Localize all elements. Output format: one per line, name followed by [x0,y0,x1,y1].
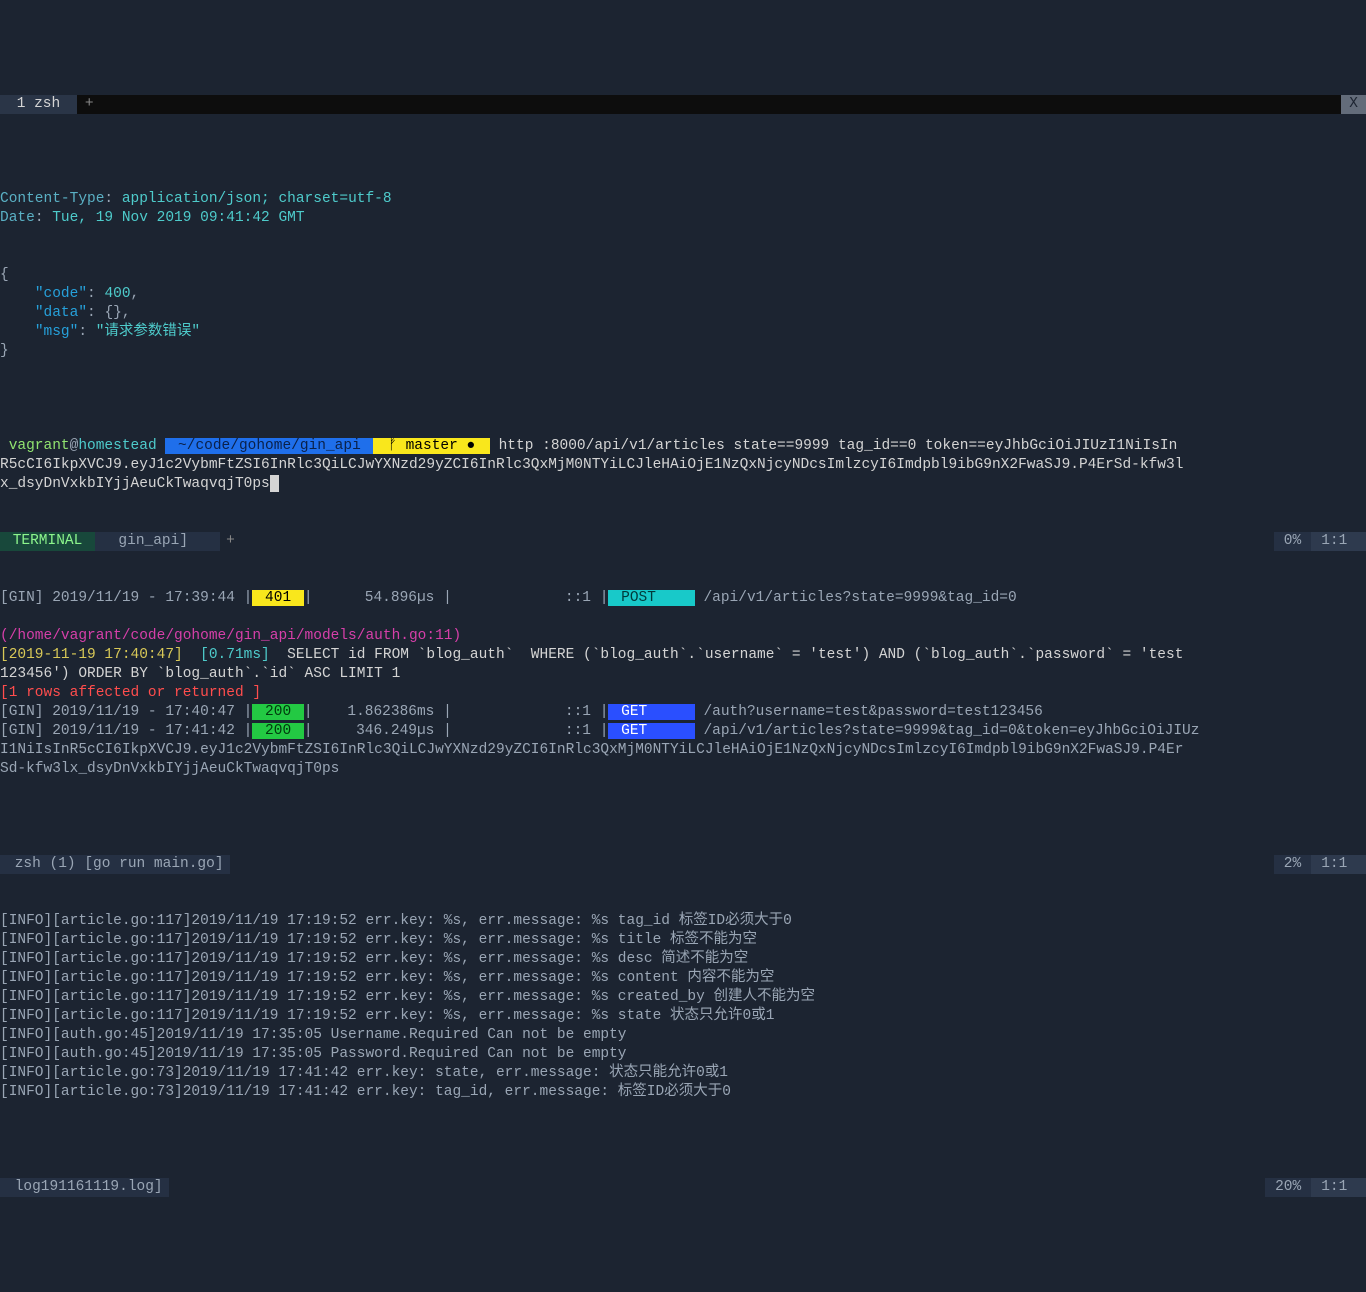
header-key: Content-Type [0,191,104,207]
pane-add[interactable]: + [220,532,241,551]
info-logs: [INFO][article.go:117]2019/11/19 17:19:5… [0,912,1366,1102]
log-line: [INFO][article.go:117]2019/11/19 17:19:5… [0,1007,1366,1026]
source-file: (/home/vagrant/code/gohome/gin_api/model… [0,628,461,644]
gin-log: [GIN] 2019/11/19 - 17:39:44 | 401 | 54.8… [0,589,1366,779]
rows-affected: [1 rows affected or returned ] [0,685,261,701]
gin-line: [GIN] 2019/11/19 - 17:39:44 | [0,590,252,606]
log-line: [INFO][article.go:117]2019/11/19 17:19:5… [0,969,1366,988]
header-val: Tue, 19 Nov 2019 09:41:42 GMT [52,210,304,226]
sql-query: SELECT id FROM `blog_auth` WHERE (`blog_… [270,647,1184,663]
shell-command: http :8000/api/v1/articles state==9999 t… [490,438,1177,454]
json-brace: { [0,267,9,283]
log-line: [INFO][article.go:117]2019/11/19 17:19:5… [0,988,1366,1007]
pane-percent: 0% [1274,532,1311,551]
pane-label: TERMINAL [0,532,95,551]
prompt-host: homestead [78,438,165,454]
log-line: [INFO][auth.go:45]2019/11/19 17:35:05 Us… [0,1026,1366,1045]
request-path: /api/v1/articles?state=9999&tag_id=0 [695,590,1017,606]
pane-position: 1:1 [1311,1178,1366,1197]
json-key-code: "code" [35,286,87,302]
json-val-code: 400 [104,286,130,302]
pane-label: log191161119.log] [0,1178,169,1197]
status-401: 401 [252,590,304,606]
method-post: POST [608,590,694,606]
close-icon[interactable]: X [1341,95,1366,114]
tab-add[interactable]: + [77,95,102,114]
log-line: [INFO][auth.go:45]2019/11/19 17:35:05 Pa… [0,1045,1366,1064]
json-key-data: "data" [35,305,87,321]
prompt-user: vagrant [0,438,70,454]
method-get: GET [608,723,694,739]
header-key: Date [0,210,35,226]
log-line: [INFO][article.go:117]2019/11/19 17:19:5… [0,912,1366,931]
sql-query-cont: 123456') ORDER BY `blog_auth`.`id` ASC L… [0,666,400,682]
status-200: 200 [252,723,304,739]
pane-status-log: log191161119.log] 20%1:1 [0,1178,1366,1197]
json-brace: } [0,343,9,359]
sql-timestamp: [2019-11-19 17:40:47] [0,647,183,663]
json-val-data: {} [104,305,121,321]
cursor [270,475,279,492]
pane-status-zsh: zsh (1) [go run main.go] 2%1:1 [0,855,1366,874]
gin-line: [GIN] 2019/11/19 - 17:40:47 | [0,704,252,720]
http-response: Content-Type: application/json; charset=… [0,171,1366,361]
gin-line: [GIN] 2019/11/19 - 17:41:42 | [0,723,252,739]
request-path: /api/v1/articles?state=9999&tag_id=0&tok… [695,723,1200,739]
log-line: [INFO][article.go:73]2019/11/19 17:41:42… [0,1064,1366,1083]
prompt-branch: ᚠ master ● [373,438,489,454]
pane-percent: 20% [1265,1178,1311,1197]
status-200: 200 [252,704,304,720]
sql-duration: [0.71ms] [183,647,270,663]
prompt-path: ~/code/gohome/gin_api [165,438,373,454]
log-line: [INFO][article.go:117]2019/11/19 17:19:5… [0,950,1366,969]
shell-command-cont: x_dsyDnVxkbIYjjAeuCkTwaqvqjT0ps [0,476,270,492]
json-val-msg: "请求参数错误" [96,324,200,340]
json-key-msg: "msg" [35,324,79,340]
pane-percent: 2% [1274,855,1311,874]
shell-prompt[interactable]: vagrant@homestead ~/code/gohome/gin_api … [0,437,1366,494]
request-path: /auth?username=test&password=test123456 [695,704,1043,720]
pane-status-terminal: TERMINAL gin_api] +0%1:1 [0,532,1366,551]
log-line: [INFO][article.go:73]2019/11/19 17:41:42… [0,1083,1366,1102]
request-path-cont: I1NiIsInR5cCI6IkpXVCJ9.eyJ1c2VybmFtZSI6I… [0,742,1183,758]
tab-zsh[interactable]: 1 zsh [0,95,77,114]
pane-position: 1:1 [1311,532,1366,551]
pane-label: zsh (1) [go run main.go] [0,855,230,874]
window-tabbar: 1 zsh + X [0,95,1366,114]
shell-command-cont: R5cCI6IkpXVCJ9.eyJ1c2VybmFtZSI6InRlc3QiL… [0,457,1183,473]
log-line: [INFO][article.go:117]2019/11/19 17:19:5… [0,931,1366,950]
method-get: GET [608,704,694,720]
header-val: application/json; charset=utf-8 [122,191,392,207]
pane-position: 1:1 [1311,855,1366,874]
pane-ident: gin_api] [95,532,220,551]
request-path-cont: Sd-kfw3lx_dsyDnVxkbIYjjAeuCkTwaqvqjT0ps [0,761,339,777]
